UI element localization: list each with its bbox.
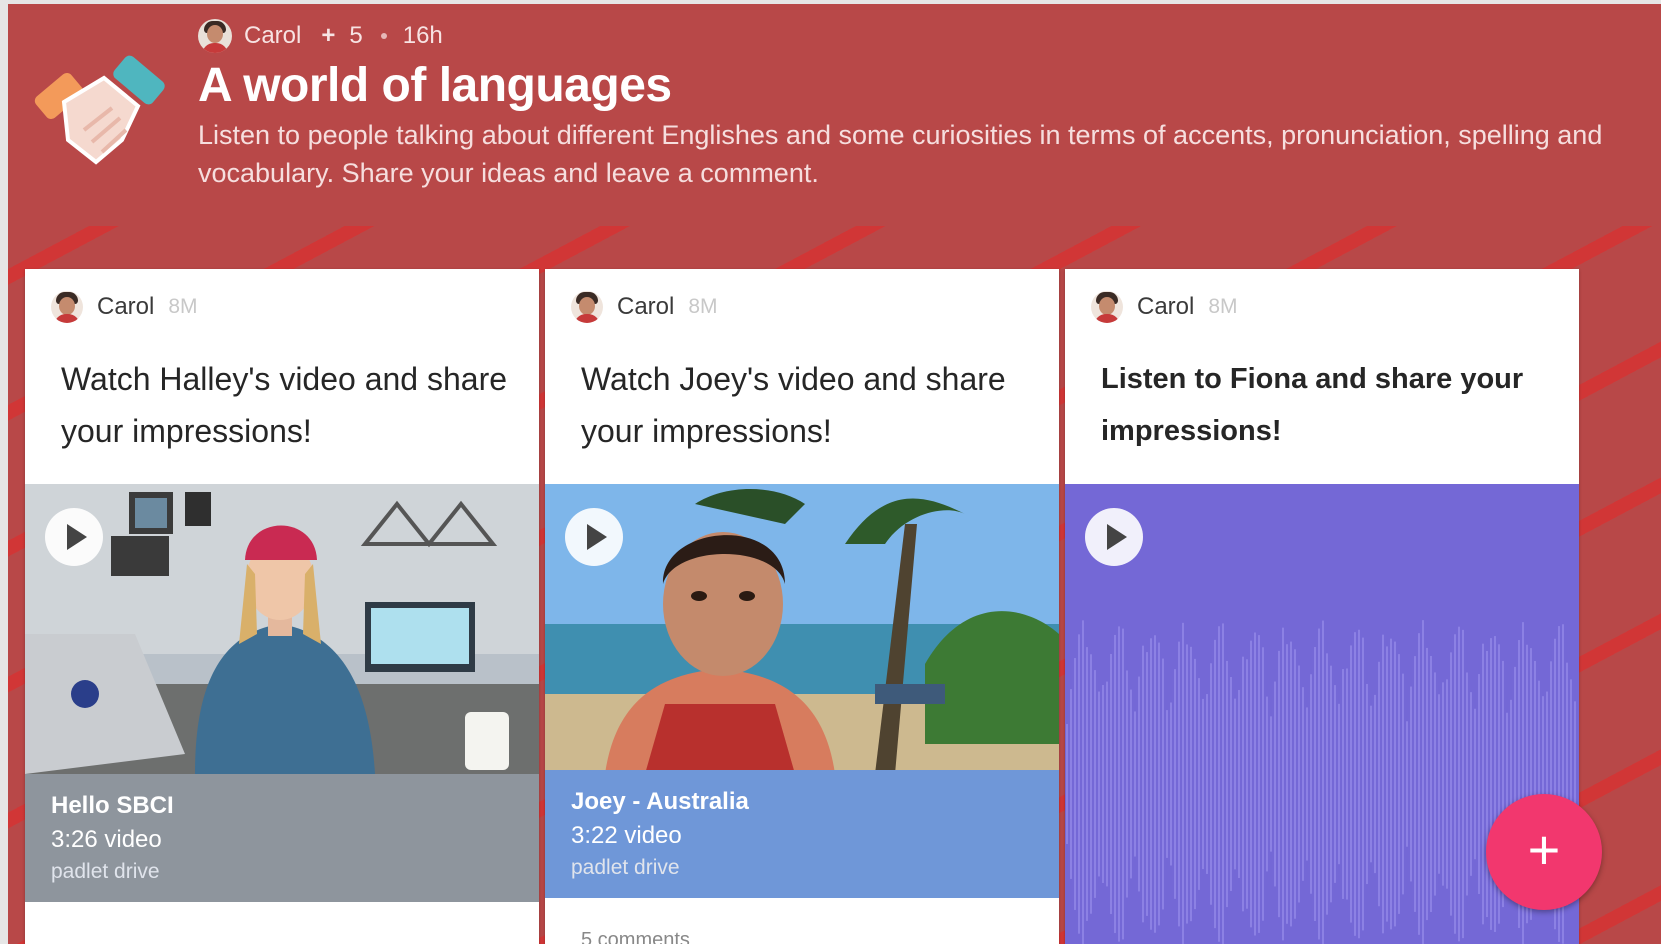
plus-icon: +	[321, 22, 336, 49]
handshake-icon	[34, 55, 165, 165]
video-thumbnail[interactable]	[545, 484, 1059, 774]
video-caption[interactable]: Hello SBCI 3:26 video padlet drive	[25, 774, 539, 902]
comments-count[interactable]: 5 comments	[581, 929, 690, 944]
caption-title: Hello SBCI	[51, 792, 174, 819]
board-author: Carol	[244, 22, 302, 49]
video-caption[interactable]: Joey - Australia 3:22 video padlet drive	[545, 770, 1059, 898]
author-avatar	[51, 291, 83, 323]
post-author: Carol	[1137, 293, 1195, 320]
play-icon[interactable]	[45, 508, 103, 566]
board-meta: Carol + 5 16h	[198, 18, 443, 54]
board-title: A world of languages	[198, 59, 672, 112]
post-header: Carol 8M	[571, 291, 718, 323]
post-time: 8M	[168, 295, 198, 318]
caption-source: padlet drive	[51, 860, 160, 883]
padlet-board: Carol + 5 16h A world of languages Liste…	[8, 4, 1661, 944]
post-time: 8M	[1208, 295, 1238, 318]
caption-source: padlet drive	[571, 856, 680, 879]
caption-duration: 3:26 video	[51, 826, 162, 853]
post-time: 8M	[688, 295, 718, 318]
caption-duration: 3:22 video	[571, 822, 682, 849]
post-author: Carol	[97, 293, 155, 320]
video-scene	[25, 484, 539, 774]
author-avatar	[198, 19, 232, 53]
post-card[interactable]: Carol 8M Watch Halley's video and share …	[25, 269, 539, 944]
separator-dot	[380, 33, 387, 39]
post-card[interactable]: Carol 8M Watch Joey's video and share yo…	[545, 269, 1059, 944]
collaborator-count: 5	[349, 22, 363, 49]
post-header: Carol 8M	[51, 291, 198, 323]
post-header: Carol 8M	[1091, 291, 1238, 323]
caption-title: Joey - Australia	[571, 788, 749, 815]
post-title: Listen to Fiona and share your impressio…	[1101, 363, 1524, 447]
add-post-button[interactable]: +	[1486, 794, 1602, 910]
post-author: Carol	[617, 293, 675, 320]
author-avatar	[571, 291, 603, 323]
video-scene	[545, 484, 1059, 774]
post-title: Watch Joey's video and share your impres…	[581, 361, 1006, 449]
board-time: 16h	[402, 22, 443, 49]
author-avatar	[1091, 291, 1123, 323]
board-description: Listen to people talking about different…	[198, 120, 1603, 188]
video-thumbnail[interactable]	[25, 484, 539, 774]
post-title: Watch Halley's video and share your impr…	[61, 361, 508, 449]
play-icon[interactable]	[1085, 508, 1143, 566]
play-icon[interactable]	[565, 508, 623, 566]
